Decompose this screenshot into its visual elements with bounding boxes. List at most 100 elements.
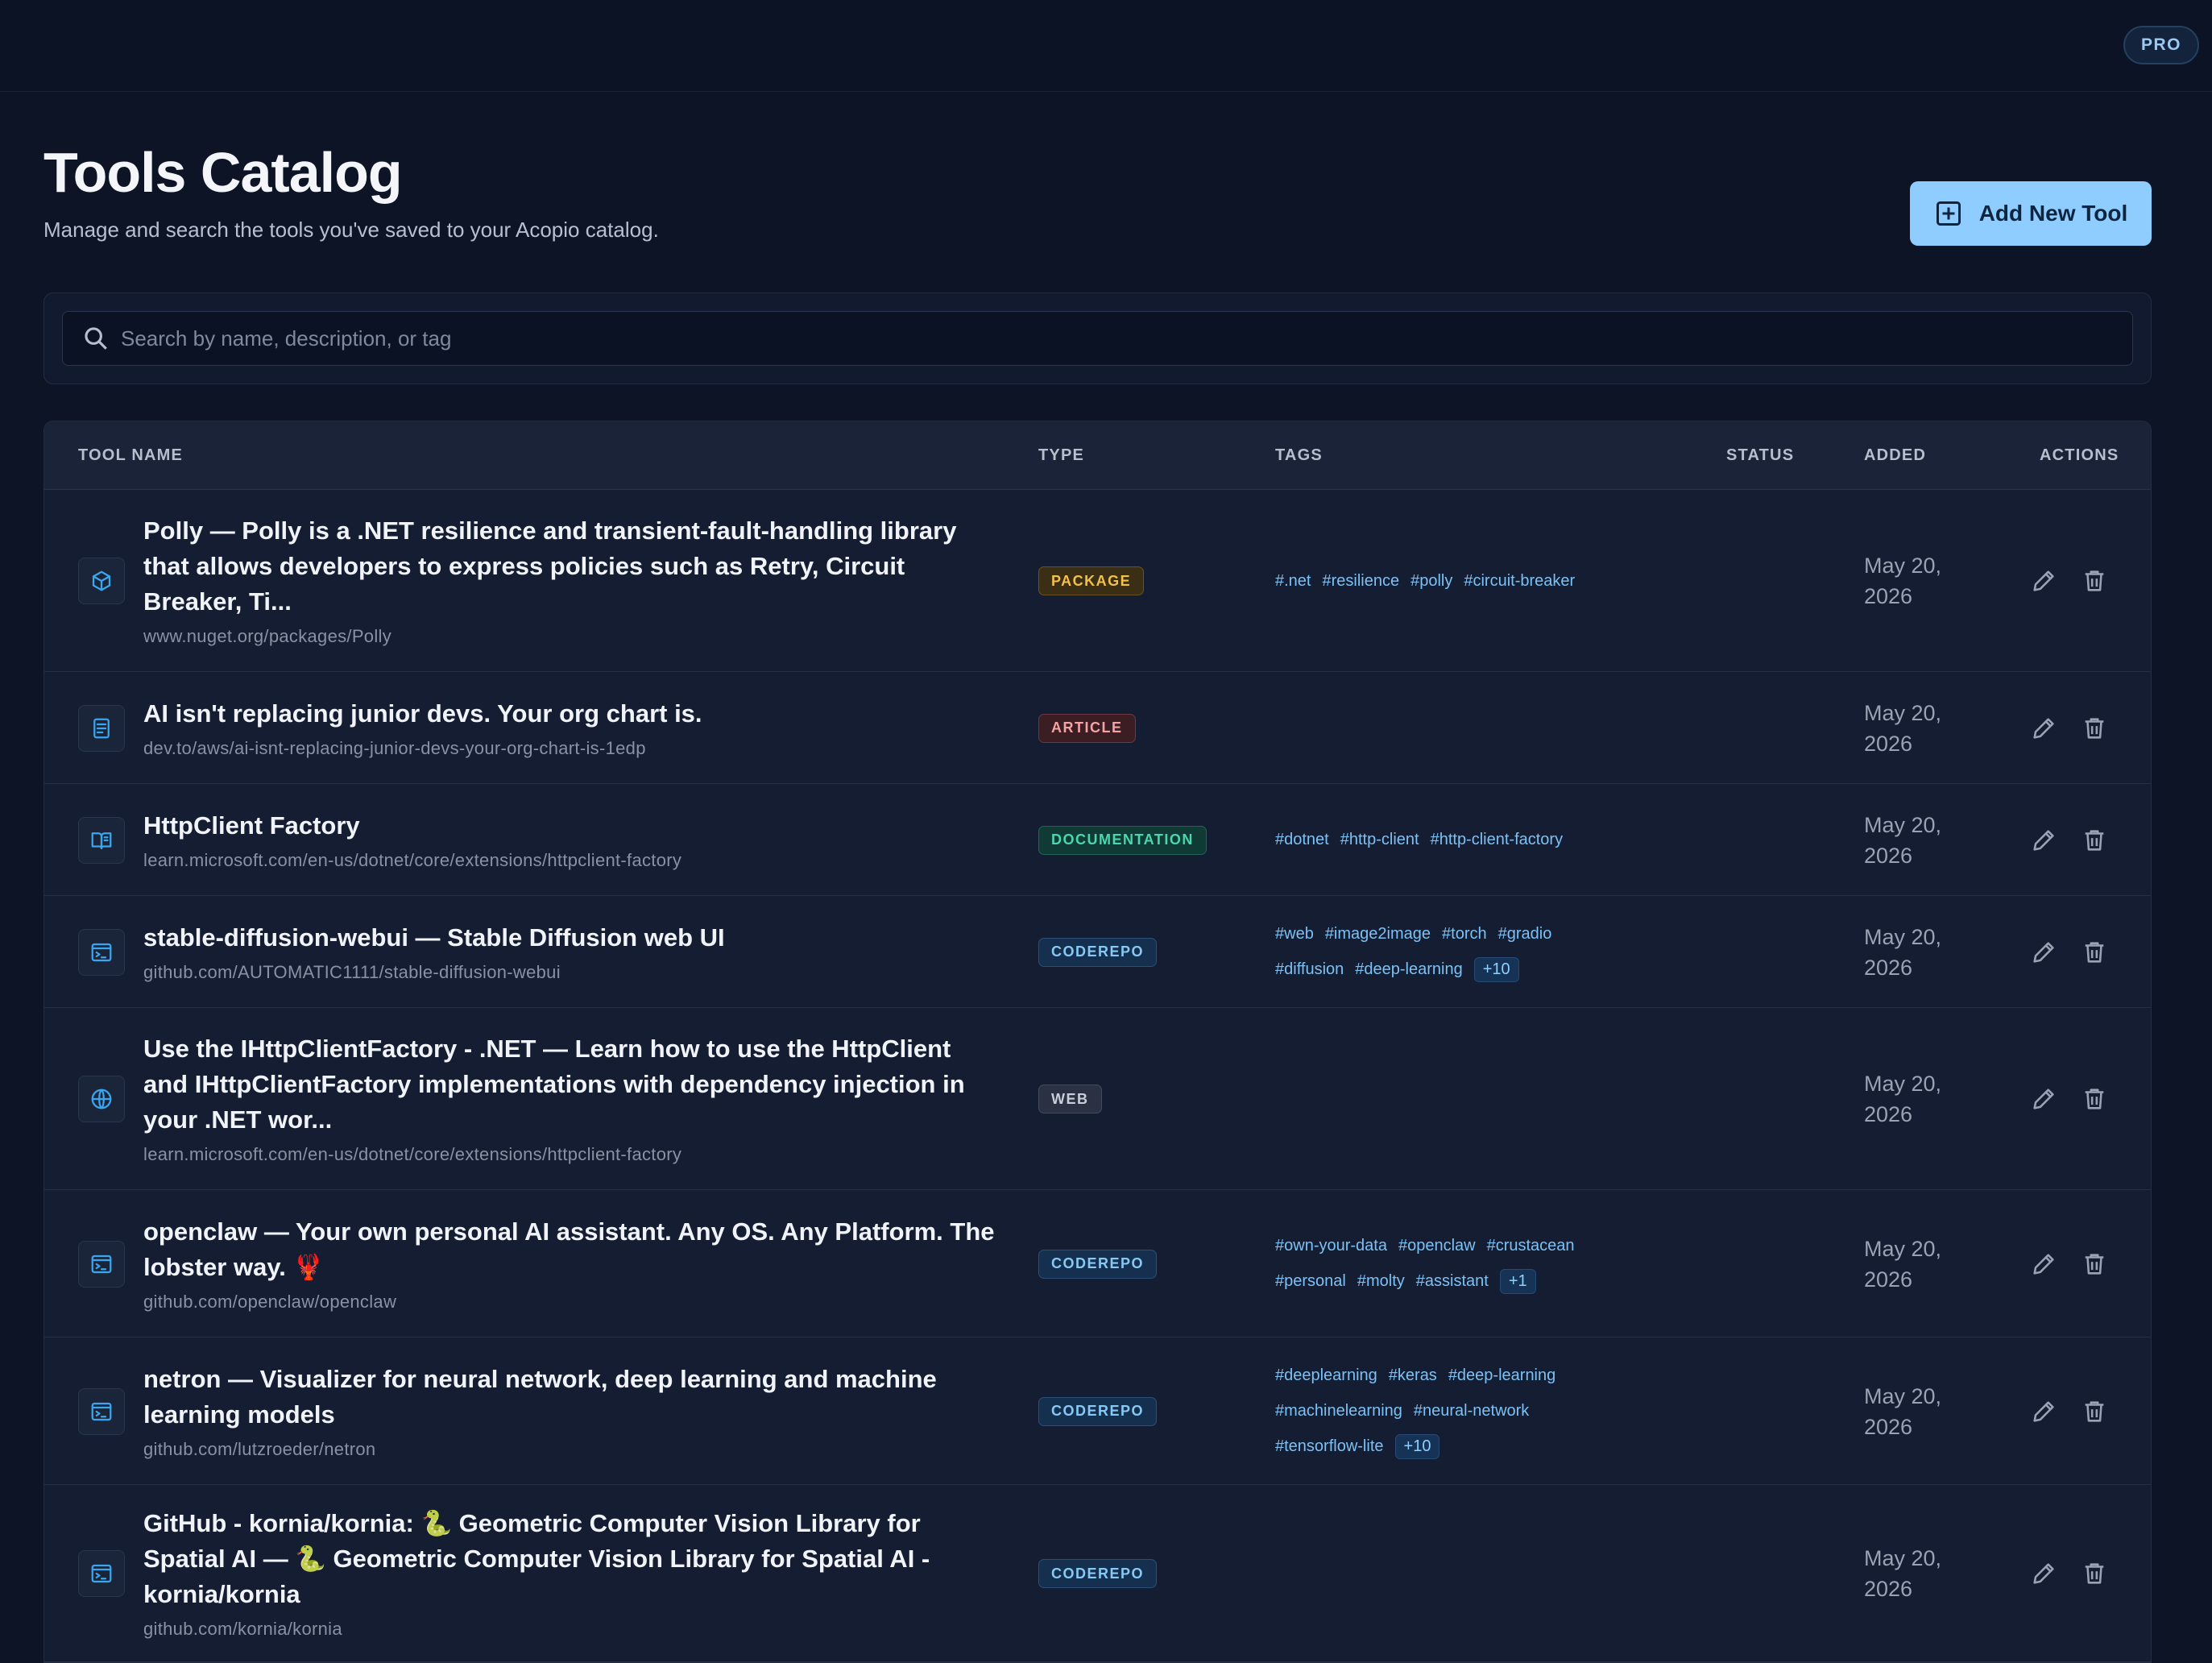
tool-title[interactable]: GitHub - kornia/kornia: 🐍 Geometric Comp… [143, 1506, 1021, 1612]
tag[interactable]: #deeplearning [1275, 1366, 1377, 1385]
type-badge: PACKAGE [1038, 566, 1145, 595]
column-header-tool-name[interactable]: TOOL NAME [78, 446, 183, 465]
tool-url[interactable]: github.com/lutzroeder/netron [143, 1439, 375, 1460]
tag[interactable]: #own-your-data [1275, 1237, 1387, 1255]
tool-url[interactable]: learn.microsoft.com/en-us/dotnet/core/ex… [143, 850, 681, 871]
tag[interactable]: #torch [1442, 925, 1487, 943]
tag[interactable]: #molty [1357, 1272, 1405, 1291]
tag[interactable]: #circuit-breaker [1464, 572, 1575, 591]
trash-icon [2085, 941, 2104, 963]
delete-button[interactable] [2081, 1250, 2108, 1278]
tag[interactable]: #resilience [1322, 572, 1399, 591]
delete-button[interactable] [2081, 715, 2108, 742]
tag[interactable]: #deep-learning [1355, 960, 1462, 979]
column-header-added[interactable]: ADDED [1864, 446, 1926, 465]
tool-title[interactable]: HttpClient Factory [143, 808, 1021, 844]
table-row[interactable]: HttpClient Factory learn.microsoft.com/en… [44, 784, 2151, 896]
added-date-line: 2026 [1864, 1414, 1913, 1439]
tag[interactable]: #.net [1275, 572, 1311, 591]
table-row[interactable]: openclaw — Your own personal AI assistan… [44, 1190, 2151, 1337]
edit-button[interactable] [2030, 1250, 2057, 1278]
table-row[interactable]: Use the IHttpClientFactory - .NET — Lear… [44, 1008, 2151, 1190]
tool-url[interactable]: www.nuget.org/packages/Polly [143, 626, 391, 647]
table-row[interactable]: netron — Visualizer for neural network, … [44, 1337, 2151, 1485]
tag[interactable]: #http-client [1340, 831, 1419, 849]
more-tags-badge[interactable]: +1 [1499, 1269, 1536, 1294]
column-header-status[interactable]: STATUS [1726, 446, 1794, 465]
column-header-tags[interactable]: TAGS [1275, 446, 1323, 465]
edit-button[interactable] [2030, 939, 2057, 966]
added-date-line: May 20, [1864, 700, 1942, 725]
pencil-icon [2033, 829, 2054, 851]
added-date: May 20, 2026 [1864, 1543, 1941, 1604]
trash-icon [2085, 717, 2104, 739]
delete-button[interactable] [2081, 1560, 2108, 1587]
tag[interactable]: #assistant [1416, 1272, 1489, 1291]
tool-url[interactable]: github.com/kornia/kornia [143, 1619, 342, 1640]
delete-button[interactable] [2081, 1398, 2108, 1425]
type-badge: DOCUMENTATION [1038, 825, 1207, 855]
delete-button[interactable] [2081, 567, 2108, 595]
tool-title[interactable]: Use the IHttpClientFactory - .NET — Lear… [143, 1031, 1021, 1138]
type-badge: CODEREPO [1038, 1396, 1158, 1426]
tag[interactable]: #keras [1389, 1366, 1437, 1385]
added-date: May 20, 2026 [1864, 550, 1941, 612]
pencil-icon [2033, 570, 2054, 591]
pro-badge[interactable]: PRO [2123, 26, 2199, 64]
trash-icon [2085, 570, 2104, 591]
table-row[interactable]: stable-diffusion-webui — Stable Diffusio… [44, 896, 2151, 1008]
tag[interactable]: #tensorflow-lite [1275, 1437, 1384, 1456]
tag-line: #deeplearning #keras #deep-learning [1275, 1358, 1694, 1394]
edit-button[interactable] [2030, 1398, 2057, 1425]
tag[interactable]: #image2image [1325, 925, 1431, 943]
more-tags-badge[interactable]: +10 [1394, 1434, 1440, 1459]
tool-title[interactable]: stable-diffusion-webui — Stable Diffusio… [143, 920, 1021, 956]
tag[interactable]: #polly [1410, 572, 1452, 591]
tag[interactable]: #crustacean [1487, 1237, 1575, 1255]
edit-button[interactable] [2030, 827, 2057, 854]
column-header-type[interactable]: TYPE [1038, 446, 1084, 465]
search-input[interactable] [121, 326, 2132, 351]
tool-title-line: GitHub - kornia/kornia: 🐍 Geometric Comp… [143, 1509, 921, 1537]
type-badge: CODEREPO [1038, 937, 1158, 967]
tag-line: #personal #molty #assistant +1 [1275, 1264, 1694, 1300]
edit-button[interactable] [2030, 1085, 2057, 1113]
tag[interactable]: #dotnet [1275, 831, 1329, 849]
edit-button[interactable] [2030, 567, 2057, 595]
tool-url[interactable]: dev.to/aws/ai-isnt-replacing-junior-devs… [143, 738, 646, 759]
tool-title[interactable]: netron — Visualizer for neural network, … [143, 1362, 1021, 1433]
tag[interactable]: #neural-network [1414, 1402, 1529, 1420]
tag[interactable]: #machinelearning [1275, 1402, 1402, 1420]
tag[interactable]: #http-client-factory [1431, 831, 1564, 849]
tool-title[interactable]: openclaw — Your own personal AI assistan… [143, 1214, 1021, 1285]
tag[interactable]: #deep-learning [1448, 1366, 1555, 1385]
tool-title-line: learning models [143, 1400, 335, 1429]
edit-button[interactable] [2030, 715, 2057, 742]
more-tags-badge[interactable]: +10 [1473, 957, 1519, 982]
tag[interactable]: #openclaw [1398, 1237, 1476, 1255]
tag[interactable]: #diffusion [1275, 960, 1344, 979]
edit-button[interactable] [2030, 1560, 2057, 1587]
added-date-line: May 20, [1864, 554, 1942, 578]
tool-title[interactable]: Polly — Polly is a .NET resilience and t… [143, 513, 1021, 620]
tool-url[interactable]: learn.microsoft.com/en-us/dotnet/core/ex… [143, 1144, 681, 1165]
added-date-line: 2026 [1864, 1102, 1913, 1126]
tag[interactable]: #web [1275, 925, 1314, 943]
delete-button[interactable] [2081, 939, 2108, 966]
table-row[interactable]: GitHub - kornia/kornia: 🐍 Geometric Comp… [44, 1485, 2151, 1662]
delete-button[interactable] [2081, 1085, 2108, 1113]
add-new-tool-button[interactable]: Add New Tool [1910, 181, 2152, 246]
added-date-line: 2026 [1864, 584, 1913, 608]
globe-icon [91, 1089, 112, 1109]
tool-url[interactable]: github.com/AUTOMATIC1111/stable-diffusio… [143, 962, 561, 983]
article-icon [93, 718, 110, 738]
tool-title-line: stable-diffusion-webui — Stable Diffusio… [143, 923, 725, 952]
search-box[interactable] [62, 311, 2133, 366]
tag[interactable]: #gradio [1498, 925, 1552, 943]
tag[interactable]: #personal [1275, 1272, 1346, 1291]
table-row[interactable]: AI isn't replacing junior devs. Your org… [44, 672, 2151, 784]
tool-title[interactable]: AI isn't replacing junior devs. Your org… [143, 696, 1021, 732]
delete-button[interactable] [2081, 827, 2108, 854]
tool-url[interactable]: github.com/openclaw/openclaw [143, 1292, 396, 1313]
table-row[interactable]: Polly — Polly is a .NET resilience and t… [44, 490, 2151, 672]
